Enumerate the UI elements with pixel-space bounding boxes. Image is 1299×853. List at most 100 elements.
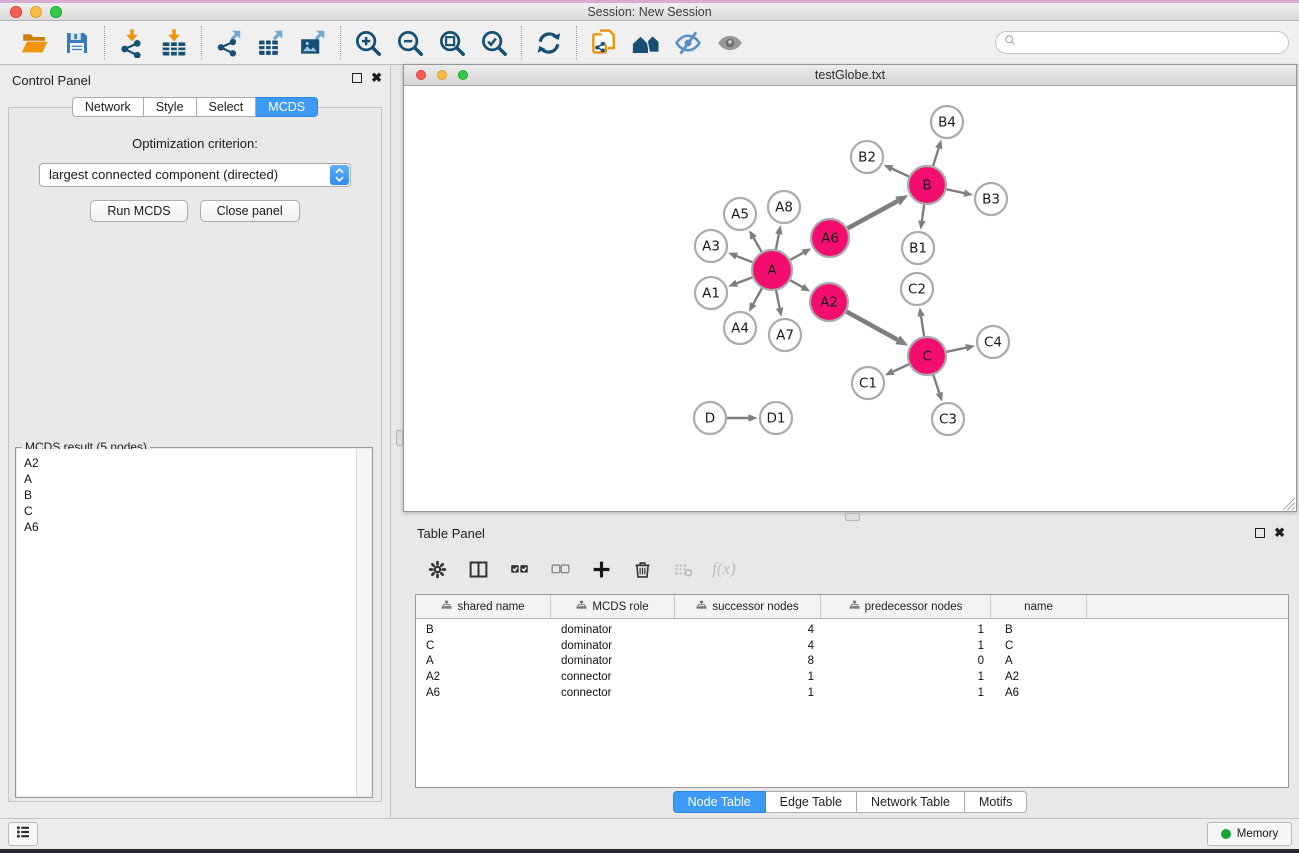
result-item[interactable]: A6 [24,519,371,535]
import-table-icon[interactable] [157,26,191,60]
delete-icon[interactable] [630,557,654,581]
graph-edge-C-C1[interactable] [893,364,910,372]
export-table-icon[interactable] [254,26,288,60]
graph-edge-A-A6[interactable] [790,253,804,261]
graph-edge-A-A5[interactable] [754,238,762,253]
select-all-icon[interactable] [507,557,531,581]
refresh-icon[interactable] [532,26,566,60]
zoom-selected-icon[interactable] [477,26,511,60]
graph-edge-C-C2[interactable] [921,316,924,337]
float-table-panel-icon[interactable] [1255,528,1265,538]
close-panel-button[interactable]: Close panel [200,200,300,222]
settings-icon[interactable] [425,557,449,581]
zoom-out-icon[interactable] [393,26,427,60]
split-panel-icon[interactable] [466,557,490,581]
float-panel-icon[interactable] [352,73,362,83]
network-canvas[interactable]: AA6A2BCA1A3A5A8A4A7B1B2B3B4C1C2C3C4DD1 [404,86,1296,511]
graph-node-label: A5 [731,207,749,223]
zoom-window-button[interactable] [50,6,62,18]
task-history-button[interactable] [8,822,38,846]
graph-node-label: A8 [775,200,793,216]
hide-eye-icon[interactable] [671,26,705,60]
delete-table-icon[interactable] [671,557,695,581]
tab-network-table[interactable]: Network Table [857,791,965,813]
table-cell: connector [551,670,675,686]
tab-network[interactable]: Network [72,97,144,117]
graph-edge-A2-C[interactable] [846,311,898,340]
graph-edge-B-B2[interactable] [892,169,910,177]
table-row[interactable]: A6connector11A6 [416,686,1288,702]
column-header-successor-nodes[interactable]: successor nodes [675,595,821,618]
column-header-predecessor-nodes[interactable]: predecessor nodes [821,595,991,618]
graph-edge-A-A3[interactable] [737,256,754,263]
column-header-MCDS-role[interactable]: MCDS role [551,595,675,618]
close-table-panel-icon[interactable]: ✖ [1274,527,1285,539]
tab-mcds[interactable]: MCDS [256,97,318,117]
open-folder-icon[interactable] [18,26,52,60]
horizontal-splitter-handle[interactable] [845,513,860,521]
table-row[interactable]: Bdominator41B [416,623,1288,639]
close-window-button[interactable] [10,6,22,18]
graph-node-label: A4 [731,321,749,337]
graph-node-label: C3 [939,412,957,428]
table-cell: 1 [821,670,991,686]
tab-select[interactable]: Select [197,97,257,117]
graph-node-label: B [922,178,931,194]
result-item[interactable]: A [24,471,371,487]
vertical-splitter-handle[interactable] [396,430,403,446]
graph-edge-A-A8[interactable] [776,234,779,250]
table-cell: 1 [821,623,991,639]
graph-edge-C-C3[interactable] [933,374,939,393]
graph-node-label: A6 [821,231,839,247]
column-header-name[interactable]: name [991,595,1087,618]
window-resize-grip[interactable] [1282,497,1295,510]
optimization-criterion-dropdown[interactable]: largest connected component (directed) [39,163,351,187]
sitemap-icon [576,600,587,614]
column-header-shared-name[interactable]: shared name [416,595,551,618]
graph-node-label: A3 [702,239,720,255]
add-icon[interactable] [589,557,613,581]
graph-edge-arrowhead [963,189,973,196]
home-icon[interactable] [629,26,663,60]
result-list-scrollbar[interactable] [356,449,371,796]
run-mcds-button[interactable]: Run MCDS [90,200,187,222]
graph-edge-B-B4[interactable] [933,148,939,167]
save-icon[interactable] [60,26,94,60]
sitemap-icon [696,600,707,614]
toolbar-group [8,26,104,60]
sitemap-icon [441,600,452,614]
fx-icon[interactable]: f(x) [712,557,736,581]
graph-edge-A-A7[interactable] [776,290,780,308]
tab-node-table[interactable]: Node Table [673,791,766,813]
import-network-icon[interactable] [115,26,149,60]
tab-edge-table[interactable]: Edge Table [766,791,857,813]
table-row[interactable]: Cdominator41C [416,639,1288,655]
graph-edge-C-C4[interactable] [946,348,967,352]
tab-motifs[interactable]: Motifs [965,791,1027,813]
graph-edge-A-A4[interactable] [753,288,762,304]
tab-style[interactable]: Style [144,97,197,117]
unselect-all-icon[interactable] [548,557,572,581]
app-titlebar: Session: New Session [0,3,1299,21]
export-image-icon[interactable] [296,26,330,60]
mcds-result-list[interactable]: A2ABCA6 [17,449,371,796]
result-item[interactable]: C [24,503,371,519]
graph-edge-A6-B[interactable] [847,201,898,229]
graph-edge-B-B1[interactable] [922,204,924,221]
graph-edge-A-A2[interactable] [789,280,802,287]
table-row[interactable]: Adominator80A [416,654,1288,670]
show-eye-icon[interactable] [713,26,747,60]
search-box[interactable] [995,31,1289,54]
result-item[interactable]: A2 [24,455,371,471]
zoom-in-icon[interactable] [351,26,385,60]
table-row[interactable]: A2connector11A2 [416,670,1288,686]
zoom-fit-icon[interactable] [435,26,469,60]
minimize-window-button[interactable] [30,6,42,18]
memory-button[interactable]: Memory [1207,822,1292,846]
graph-edge-B-B3[interactable] [946,189,965,193]
close-panel-icon[interactable]: ✖ [371,72,382,84]
result-item[interactable]: B [24,487,371,503]
snapshot-icon[interactable] [587,26,621,60]
graph-edge-A-A1[interactable] [737,277,754,283]
export-network-icon[interactable] [212,26,246,60]
